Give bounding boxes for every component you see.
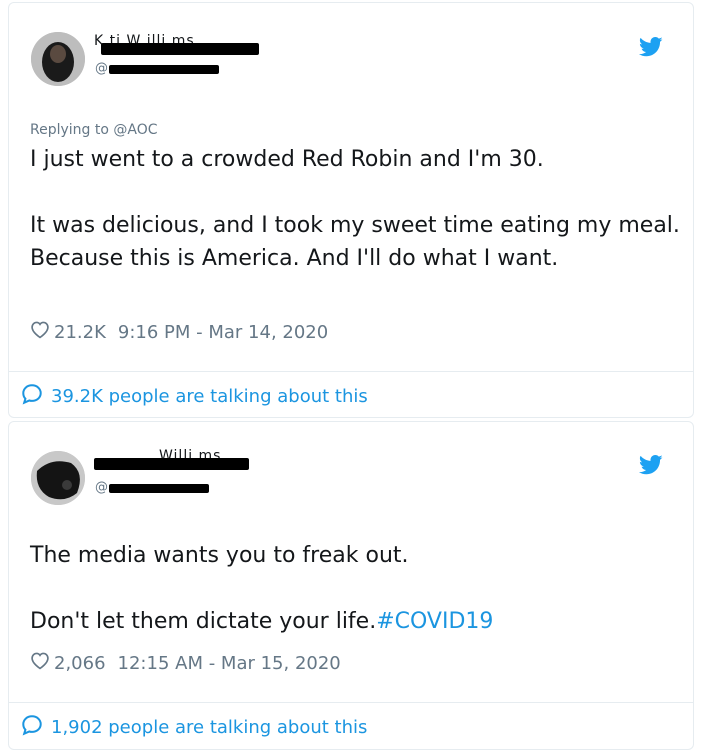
talking-link[interactable]: 39.2K people are talking about this [21, 383, 368, 410]
like-count[interactable]: 2,066 [54, 653, 106, 674]
tweet-text-segment: Don't let them dictate your life. [30, 609, 377, 634]
avatar[interactable] [31, 451, 85, 505]
heart-icon[interactable] [30, 320, 50, 344]
twitter-bird-icon[interactable] [638, 37, 663, 61]
timestamp[interactable]: 12:15 AM - Mar 15, 2020 [118, 653, 341, 674]
tweet-card[interactable]: K ti W illi ms @ Replying to @AOC I just… [8, 2, 694, 418]
speech-bubble-icon [21, 714, 43, 741]
replying-to[interactable]: Replying to @AOC [30, 122, 158, 138]
redacted-handle [109, 484, 209, 493]
like-count[interactable]: 21.2K [54, 322, 106, 343]
handle-prefix: @ [95, 480, 108, 495]
tweet-card[interactable]: Willi ms @ The media wants you to freak … [8, 421, 694, 750]
divider [9, 702, 693, 703]
tweet-meta: 2,066 12:15 AM - Mar 15, 2020 [30, 651, 341, 675]
tweet-paragraph: I just went to a crowded Red Robin and I… [30, 147, 544, 172]
speech-bubble-icon [21, 383, 43, 410]
tweet-paragraph: The media wants you to freak out. [30, 543, 409, 568]
heart-icon[interactable] [30, 651, 50, 675]
talking-count[interactable]: 39.2K people are talking about this [51, 386, 368, 407]
timestamp[interactable]: 9:16 PM - Mar 14, 2020 [118, 322, 328, 343]
avatar[interactable] [31, 32, 85, 86]
hashtag-link[interactable]: #COVID19 [376, 609, 493, 634]
tweet-meta: 21.2K 9:16 PM - Mar 14, 2020 [30, 320, 328, 344]
tweet-text: The media wants you to freak out. Don't … [30, 539, 680, 638]
redacted-handle [109, 65, 219, 74]
tweet-text: I just went to a crowded Red Robin and I… [30, 143, 680, 275]
redacted-display-name [94, 458, 249, 470]
talking-count[interactable]: 1,902 people are talking about this [51, 717, 367, 738]
tweet-paragraph: Don't let them dictate your life.#COVID1… [30, 605, 680, 638]
handle-prefix: @ [95, 61, 108, 76]
twitter-bird-icon[interactable] [638, 455, 663, 479]
divider [9, 371, 693, 372]
talking-link[interactable]: 1,902 people are talking about this [21, 714, 367, 741]
redacted-display-name [101, 43, 259, 55]
tweet-paragraph: It was delicious, and I took my sweet ti… [30, 213, 680, 271]
